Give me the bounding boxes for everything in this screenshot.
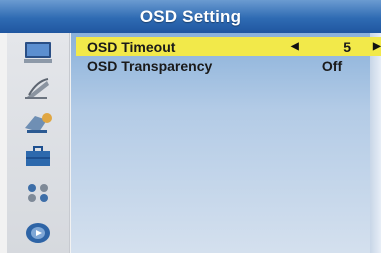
satellite-dish-icon[interactable] bbox=[21, 75, 55, 101]
osd-setting-screen: OSD Setting OSD Timeout ◀ 5 ▶ OSD Transp… bbox=[0, 0, 381, 253]
setting-label: OSD Timeout bbox=[87, 38, 176, 55]
menu-sidebar bbox=[7, 33, 70, 253]
toolbox-icon[interactable] bbox=[21, 143, 55, 169]
installation-setup-icon[interactable] bbox=[21, 110, 55, 136]
title-bar: OSD Setting bbox=[0, 0, 381, 33]
setting-label: OSD Transparency bbox=[87, 57, 213, 74]
multimedia-icon[interactable] bbox=[21, 179, 55, 205]
setting-row-osd-transparency[interactable]: OSD Transparency Off bbox=[76, 56, 381, 75]
page-title: OSD Setting bbox=[139, 6, 242, 26]
media-player-icon[interactable] bbox=[21, 219, 55, 245]
setting-row-osd-timeout[interactable]: OSD Timeout ◀ 5 ▶ bbox=[76, 37, 381, 56]
setting-value: 5 bbox=[343, 38, 351, 55]
arrow-left-icon[interactable]: ◀ bbox=[291, 41, 299, 52]
arrow-right-icon[interactable]: ▶ bbox=[373, 41, 381, 52]
tv-screen-icon[interactable] bbox=[21, 39, 55, 65]
setting-value: Off bbox=[321, 57, 343, 74]
